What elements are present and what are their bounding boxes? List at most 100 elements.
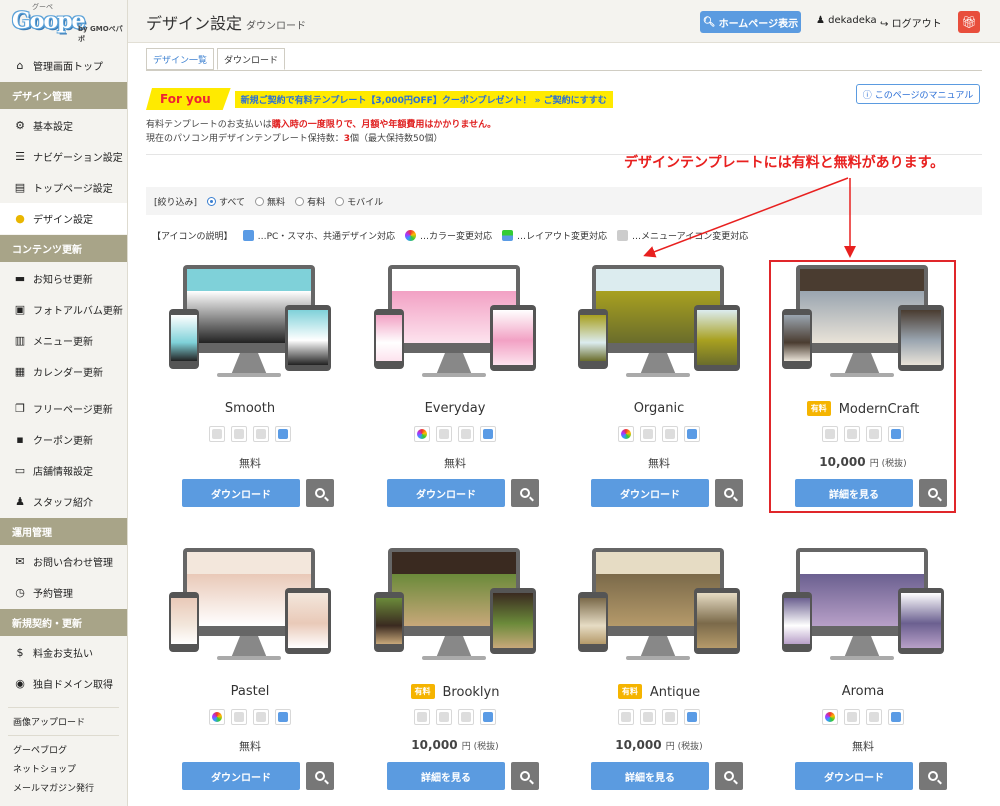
- price-unit: 円 (税抜): [665, 742, 703, 752]
- filter-option[interactable]: モバイル: [335, 195, 383, 208]
- download-button[interactable]: ダウンロード: [591, 479, 709, 507]
- zoom-preview-button[interactable]: [306, 479, 334, 507]
- promo-message[interactable]: 新規ご契約で有料テンプレート【3,000円OFF】クーポンプレゼント！ » ご契…: [234, 90, 613, 108]
- zoom-preview-button[interactable]: [919, 479, 947, 507]
- feature-glyph: [417, 712, 427, 722]
- sidebar-bottom-link[interactable]: グーペブログ: [0, 740, 127, 759]
- feature-icons: [768, 709, 958, 725]
- sidebar-bottom-link[interactable]: メールマガジン発行: [0, 778, 127, 797]
- download-button[interactable]: ダウンロード: [182, 479, 300, 507]
- download-button[interactable]: ダウンロード: [182, 762, 300, 790]
- template-price: 10,000 円 (税抜): [564, 738, 754, 752]
- template-price: 無料: [155, 455, 345, 471]
- sidebar-section-header: 運用管理: [0, 518, 127, 545]
- tab-design-list[interactable]: デザイン一覧: [146, 48, 215, 70]
- menu-icon-change-icon: [253, 426, 269, 442]
- template-thumbnail[interactable]: [169, 265, 331, 389]
- sidebar-item-0-1[interactable]: ☰ ナビゲーション設定: [0, 141, 127, 172]
- layout-change-icon: [502, 230, 514, 241]
- sidebar-item-top[interactable]: ⌂ 管理画面トップ: [0, 50, 127, 81]
- photo-icon: ▣: [14, 303, 26, 316]
- legend-item-label: …PC・スマホ、共通デザイン対応: [257, 232, 396, 242]
- template-thumbnail[interactable]: [169, 548, 331, 672]
- promo-banner[interactable]: For you 新規ご契約で有料テンプレート【3,000円OFF】クーポンプレゼ…: [146, 88, 613, 110]
- sidebar-item-1-6[interactable]: ▭ 店舗情報設定: [0, 455, 127, 486]
- feature-glyph: [278, 712, 288, 722]
- template-thumbnail[interactable]: [782, 548, 944, 672]
- view-details-button[interactable]: 詳細を見る: [591, 762, 709, 790]
- page-title-text: デザイン設定: [146, 14, 243, 33]
- sidebar-item-1-4[interactable]: ❐ フリーページ更新: [0, 393, 127, 424]
- menu-icon-change-icon: [617, 230, 629, 241]
- manual-button[interactable]: ⓘ このページのマニュアル: [856, 84, 980, 104]
- homepage-view-button[interactable]: 🔍︎ ホームページ表示: [700, 11, 801, 33]
- magnifier-icon: [315, 488, 325, 498]
- filter-option[interactable]: すべて: [207, 195, 245, 208]
- feature-glyph: [643, 429, 653, 439]
- view-details-button[interactable]: 詳細を見る: [387, 762, 505, 790]
- template-thumbnail[interactable]: [578, 548, 740, 672]
- feature-glyph: [665, 712, 675, 722]
- sidebar-item-2-1[interactable]: ◷ 予約管理: [0, 577, 127, 608]
- magnifier-icon: [724, 771, 734, 781]
- zoom-preview-button[interactable]: [511, 762, 539, 790]
- zoom-preview-button[interactable]: [511, 479, 539, 507]
- filter-option[interactable]: 無料: [255, 195, 285, 208]
- logout-icon: ↪: [880, 19, 889, 30]
- sidebar-item-1-1[interactable]: ▣ フォトアルバム更新: [0, 294, 127, 325]
- template-thumbnail[interactable]: [782, 265, 944, 389]
- zoom-preview-button[interactable]: [715, 479, 743, 507]
- sidebar-item-1-2[interactable]: ▥ メニュー更新: [0, 325, 127, 356]
- template-name-text: Smooth: [224, 401, 276, 416]
- filter-option-label: すべて: [219, 197, 246, 208]
- template-thumbnail[interactable]: [578, 265, 740, 389]
- monitor-stand: [436, 636, 472, 658]
- phone-screen: [580, 315, 606, 361]
- zoom-preview-button[interactable]: [919, 762, 947, 790]
- tab-download[interactable]: ダウンロード: [217, 48, 286, 70]
- feature-glyph: [847, 712, 857, 722]
- template-thumbnail[interactable]: [374, 265, 536, 389]
- sidebar-item-1-7[interactable]: ♟ スタッフ紹介: [0, 486, 127, 517]
- sidebar-item-3-0[interactable]: $ 料金お支払い: [0, 637, 127, 668]
- tablet-mockup: [285, 588, 331, 654]
- view-details-button[interactable]: 詳細を見る: [795, 479, 913, 507]
- sidebar-item-1-5[interactable]: ▪ クーポン更新: [0, 424, 127, 455]
- phone-mockup: [169, 592, 199, 652]
- feature-glyph: [256, 712, 266, 722]
- sidebar-item-1-3[interactable]: ▦ カレンダー更新: [0, 356, 127, 387]
- tablet-screen: [288, 593, 328, 648]
- template-thumbnail[interactable]: [374, 548, 536, 672]
- sidebar-item-1-0[interactable]: ▬ お知らせ更新: [0, 263, 127, 294]
- menu-icon-change-icon: [866, 709, 882, 725]
- feature-icons: [360, 426, 550, 442]
- sidebar-item-0-0[interactable]: ⚙ 基本設定: [0, 110, 127, 141]
- color-change-icon: [209, 709, 225, 725]
- page-subtitle: ダウンロード: [246, 21, 307, 32]
- price-value: 無料: [444, 457, 466, 470]
- goope-logo[interactable]: グーペ Goope by GMOペパボ: [0, 0, 127, 50]
- sidebar-item-2-0[interactable]: ✉ お問い合わせ管理: [0, 546, 127, 577]
- color-change-icon: [209, 426, 225, 442]
- feature-glyph: [621, 712, 631, 722]
- filter-option[interactable]: 有料: [295, 195, 325, 208]
- phone-mockup: [374, 592, 404, 652]
- sidebar-item-3-1[interactable]: ◉ 独自ドメイン取得: [0, 668, 127, 699]
- zoom-preview-button[interactable]: [306, 762, 334, 790]
- tablet-screen: [901, 310, 941, 365]
- user-menu[interactable]: ♟ dekadeka: [816, 15, 877, 26]
- gift-icon[interactable]: 🎁︎: [958, 11, 980, 33]
- menu-icon-change-icon: [662, 426, 678, 442]
- phone-mockup: [578, 309, 608, 369]
- sidebar-item-0-3[interactable]: ● デザイン設定: [0, 203, 127, 234]
- download-button[interactable]: ダウンロード: [795, 762, 913, 790]
- promo-badge: For you: [146, 88, 231, 110]
- sidebar-item-0-2[interactable]: ▤ トップページ設定: [0, 172, 127, 203]
- logout-link[interactable]: ↪ ログアウト: [880, 15, 942, 30]
- sidebar-section-header: デザイン管理: [0, 82, 127, 109]
- download-button[interactable]: ダウンロード: [387, 479, 505, 507]
- sidebar-bottom-link[interactable]: ネットショップ: [0, 759, 127, 778]
- zoom-preview-button[interactable]: [715, 762, 743, 790]
- sidebar-bottom-link[interactable]: 画像アップロード: [0, 712, 127, 731]
- gear-icon: ⚙: [15, 119, 25, 132]
